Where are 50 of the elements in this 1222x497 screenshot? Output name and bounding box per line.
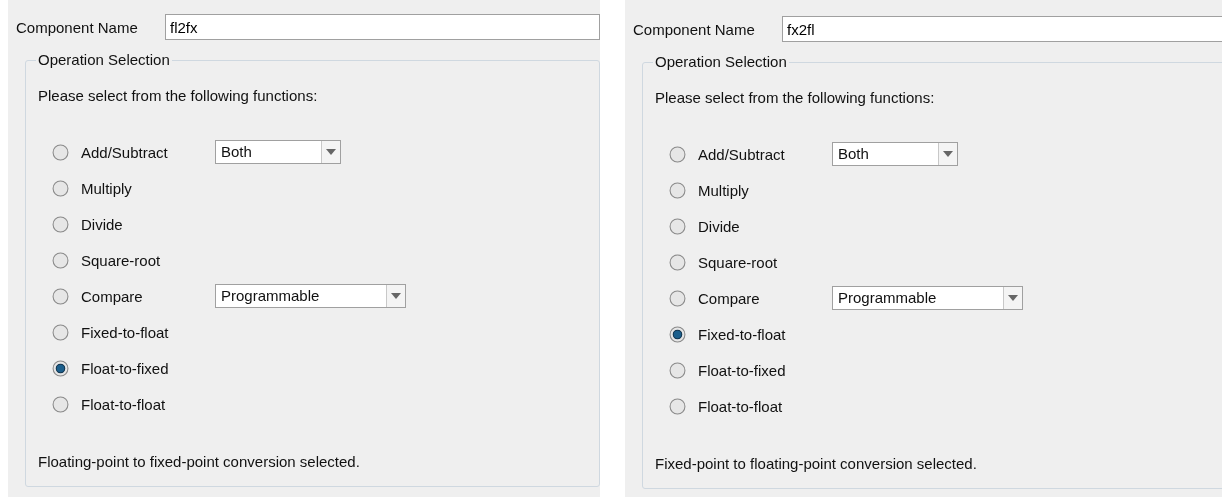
- radio-button[interactable]: [52, 179, 69, 197]
- radio-label[interactable]: Multiply: [81, 179, 215, 197]
- caret-icon: [391, 293, 401, 299]
- group-title: Operation Selection: [653, 53, 789, 70]
- radio-label[interactable]: Add/Subtract: [81, 143, 215, 161]
- text-field[interactable]: fx2fl: [782, 16, 1222, 42]
- caret-icon: [1008, 295, 1018, 301]
- radio-label[interactable]: Float-to-float: [698, 397, 832, 415]
- radio-label[interactable]: Divide: [698, 217, 832, 235]
- radio-button[interactable]: [669, 361, 686, 379]
- group-title: Operation Selection: [36, 51, 172, 68]
- radio-label[interactable]: Multiply: [698, 181, 832, 199]
- radio-button[interactable]: [669, 181, 686, 199]
- radio-label[interactable]: Float-to-float: [81, 395, 215, 413]
- radio-button-selected[interactable]: [669, 325, 686, 343]
- dropdown[interactable]: Both: [215, 140, 341, 164]
- dropdown[interactable]: Programmable: [215, 284, 406, 308]
- radio-label[interactable]: Compare: [81, 287, 215, 305]
- radio-button[interactable]: [52, 287, 69, 305]
- radio-label[interactable]: Float-to-fixed: [81, 359, 215, 377]
- caret-icon: [943, 151, 953, 157]
- radio-label[interactable]: Square-root: [698, 253, 832, 271]
- prompt-text: Please select from the following functions:: [38, 87, 319, 104]
- status-text: Fixed-point to floating-point conversion selected.: [655, 455, 978, 472]
- status-text: Floating-point to fixed-point conversion selected.: [38, 453, 361, 470]
- radio-button[interactable]: [669, 253, 686, 271]
- radio-label[interactable]: Fixed-to-float: [698, 325, 832, 343]
- prompt-text: Please select from the following functions:: [655, 89, 936, 106]
- field-label: Component Name: [633, 20, 756, 38]
- radio-button[interactable]: [52, 323, 69, 341]
- radio-button[interactable]: [669, 217, 686, 235]
- radio-label[interactable]: Divide: [81, 215, 215, 233]
- radio-label[interactable]: Square-root: [81, 251, 215, 269]
- radio-button[interactable]: [52, 251, 69, 269]
- radio-button[interactable]: [669, 145, 686, 163]
- dropdown[interactable]: Both: [832, 142, 958, 166]
- radio-button[interactable]: [52, 215, 69, 233]
- radio-button[interactable]: [669, 289, 686, 307]
- dropdown[interactable]: Programmable: [832, 286, 1023, 310]
- radio-label[interactable]: Add/Subtract: [698, 145, 832, 163]
- radio-button-selected[interactable]: [52, 359, 69, 377]
- radio-button[interactable]: [669, 397, 686, 415]
- field-label: Component Name: [16, 18, 139, 36]
- radio-label[interactable]: Compare: [698, 289, 832, 307]
- radio-button[interactable]: [52, 143, 69, 161]
- radio-button[interactable]: [52, 395, 69, 413]
- text-field[interactable]: fl2fx: [165, 14, 600, 40]
- radio-label[interactable]: Fixed-to-float: [81, 323, 215, 341]
- radio-label[interactable]: Float-to-fixed: [698, 361, 832, 379]
- caret-icon: [326, 149, 336, 155]
